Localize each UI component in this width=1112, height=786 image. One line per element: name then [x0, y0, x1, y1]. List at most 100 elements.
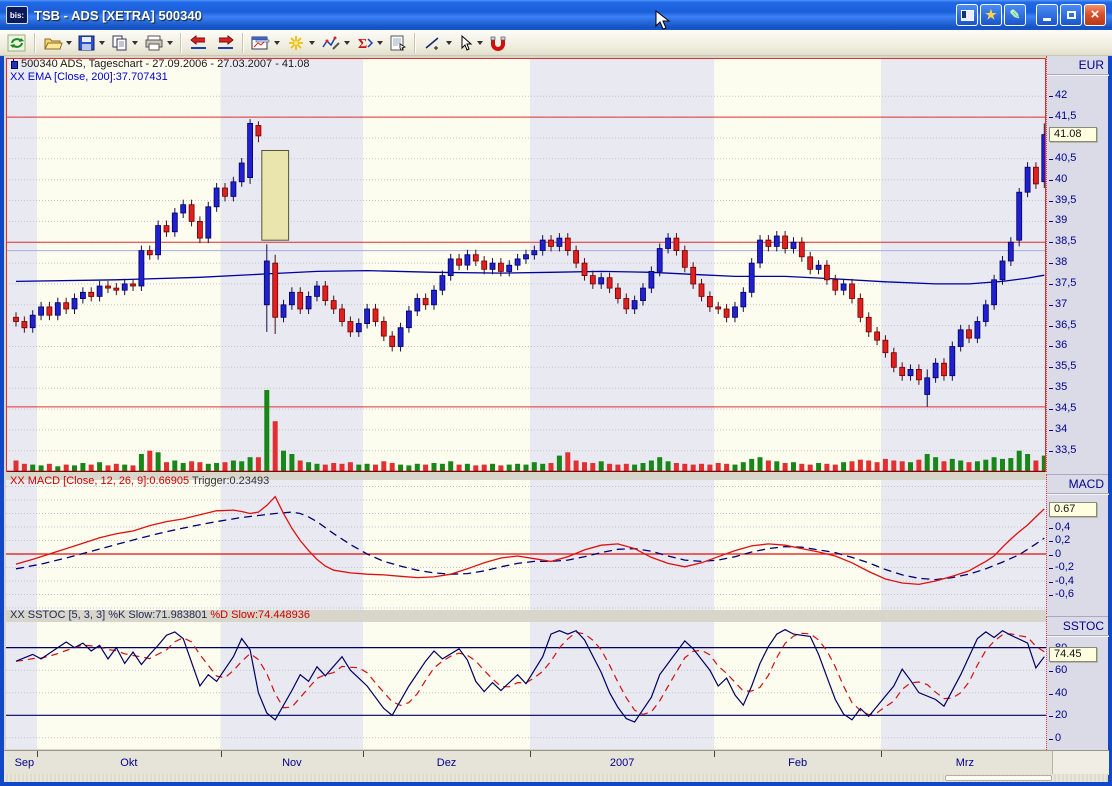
chevron-down-icon[interactable] — [446, 40, 452, 45]
chevron-down-icon[interactable] — [99, 40, 105, 45]
divider — [1047, 493, 1109, 495]
page-next-button[interactable] — [212, 31, 238, 55]
page-next-icon — [215, 34, 235, 51]
divider — [1047, 635, 1109, 637]
draw-line-icon — [423, 35, 443, 51]
refresh-button[interactable] — [4, 31, 30, 55]
axis-tick-label: 39 — [1055, 214, 1068, 227]
cursor-tool-button[interactable] — [455, 31, 486, 55]
time-axis-label: Okt — [120, 757, 138, 769]
axis-column: EUR 42 41,5 40,5 40 39,5 39 38,5 38 37,5 37 36,5 36… — [1046, 56, 1109, 750]
studies-button[interactable] — [318, 31, 353, 55]
time-axis-tick — [714, 751, 716, 757]
macd-label: XX MACD [Close, 12, 26, 9]:0.66905 Trigg… — [10, 475, 270, 487]
toolbar-separator — [242, 32, 244, 53]
print-button[interactable] — [141, 31, 176, 55]
axis-tick — [1049, 367, 1053, 369]
axis-tick-label: 41,5 — [1055, 110, 1077, 123]
favorites-button[interactable]: ★ — [980, 4, 1002, 26]
statistics-button[interactable]: Σ — [353, 31, 386, 55]
time-axis-tick — [881, 751, 883, 757]
candle-icon — [10, 59, 18, 69]
layout-button[interactable] — [956, 4, 978, 26]
chevron-down-icon[interactable] — [66, 40, 72, 45]
time-axis-label: Sep — [14, 757, 35, 769]
price-pane[interactable] — [6, 58, 1046, 472]
ema-label: XX EMA [Close, 200]:37.707431 — [10, 71, 168, 83]
axis-tick — [1049, 242, 1053, 244]
axis-tick — [1049, 541, 1053, 543]
app-icon: bis: — [6, 6, 28, 24]
axis-tick-label: 42 — [1055, 89, 1068, 102]
maximize-button[interactable] — [1060, 4, 1082, 26]
copy-button[interactable] — [108, 31, 141, 55]
axis-corner — [1052, 750, 1109, 775]
axis-tick — [1049, 158, 1053, 160]
chart-header: 500340 ADS, Tageschart - 27.09.2006 - 27… — [10, 58, 309, 70]
time-axis: Sep Okt Nov Dez 2007 Feb Mrz — [4, 750, 1052, 775]
magnet-button[interactable] — [486, 31, 510, 55]
horizontal-scrollbar-thumb[interactable] — [945, 775, 1052, 781]
axis-tick-label: 33,5 — [1055, 443, 1077, 456]
axis-tick-label: 36,5 — [1055, 318, 1077, 331]
axis-tick — [1049, 581, 1053, 583]
axis-tick — [1049, 325, 1053, 327]
sstoc-label: XX SSTOC [5, 3, 3] %K Slow:71.983801 %D … — [10, 609, 311, 621]
axis-tick — [1049, 716, 1053, 718]
macd-axis: MACD 0,4 0,2 0 -0,2 -0,4 -0,6 0.67 — [1046, 474, 1109, 614]
properties-icon — [389, 35, 407, 51]
chart-area: 500340 ADS, Tageschart - 27.09.2006 - 27… — [4, 56, 1109, 782]
axis-tick — [1049, 429, 1053, 431]
chevron-down-icon[interactable] — [309, 40, 315, 45]
current-value-badge: 0.67 — [1049, 501, 1097, 517]
toolbar-separator — [414, 32, 416, 53]
time-axis-label: Mrz — [955, 757, 975, 769]
axis-tick-label: 0,2 — [1055, 534, 1071, 547]
time-axis-tick — [530, 751, 532, 757]
chevron-down-icon[interactable] — [274, 40, 280, 45]
axis-tick — [1049, 568, 1053, 570]
axis-tick-label: 0,4 — [1055, 520, 1071, 533]
edit-button[interactable]: ✎ — [1004, 4, 1026, 26]
axis-tick — [1049, 117, 1053, 119]
indicators-button[interactable] — [283, 31, 318, 55]
chart-type-button[interactable] — [248, 31, 283, 55]
sstoc-d-label: %D Slow:74.448936 — [207, 609, 311, 621]
draw-line-button[interactable] — [420, 31, 455, 55]
chevron-down-icon[interactable] — [477, 40, 483, 45]
axis-tick-label: 38,5 — [1055, 235, 1077, 248]
axis-tick — [1049, 263, 1053, 265]
minimize-icon — [1043, 18, 1051, 21]
axis-tick-label: 34,5 — [1055, 402, 1077, 415]
axis-tick-label: 40 — [1055, 172, 1068, 185]
page-prev-icon — [189, 34, 209, 51]
chevron-down-icon[interactable] — [377, 40, 383, 45]
axis-tick-label: 0 — [1055, 547, 1062, 560]
save-button[interactable] — [75, 31, 108, 55]
chevron-down-icon[interactable] — [167, 40, 173, 45]
axis-tick-label: 40 — [1055, 686, 1068, 699]
axis-tick-label: -0,6 — [1055, 588, 1074, 601]
axis-tick-label: 40,5 — [1055, 151, 1077, 164]
axis-tick-label: 39,5 — [1055, 193, 1077, 206]
page-prev-button[interactable] — [186, 31, 212, 55]
open-button[interactable] — [40, 31, 75, 55]
close-button[interactable]: × — [1084, 4, 1106, 26]
axis-tick-label: -0,4 — [1055, 574, 1074, 587]
axis-tick — [1049, 200, 1053, 202]
chevron-down-icon[interactable] — [344, 40, 350, 45]
open-icon — [43, 35, 63, 51]
axis-tick — [1049, 179, 1053, 181]
minimize-button[interactable] — [1036, 4, 1058, 26]
sstoc-pane[interactable] — [6, 622, 1046, 749]
axis-tick-label: 0 — [1055, 731, 1062, 744]
maximize-icon — [1066, 11, 1076, 19]
chevron-down-icon[interactable] — [132, 40, 138, 45]
macd-pane[interactable] — [6, 480, 1046, 610]
axis-tick — [1049, 527, 1053, 529]
time-axis-tick — [36, 751, 38, 757]
properties-button[interactable] — [386, 31, 410, 55]
indicators-icon — [286, 35, 306, 51]
time-axis-label: Dez — [436, 757, 457, 769]
title-bar[interactable]: bis: TSB - ADS [XETRA] 500340 ★ ✎ × — [0, 0, 1112, 30]
